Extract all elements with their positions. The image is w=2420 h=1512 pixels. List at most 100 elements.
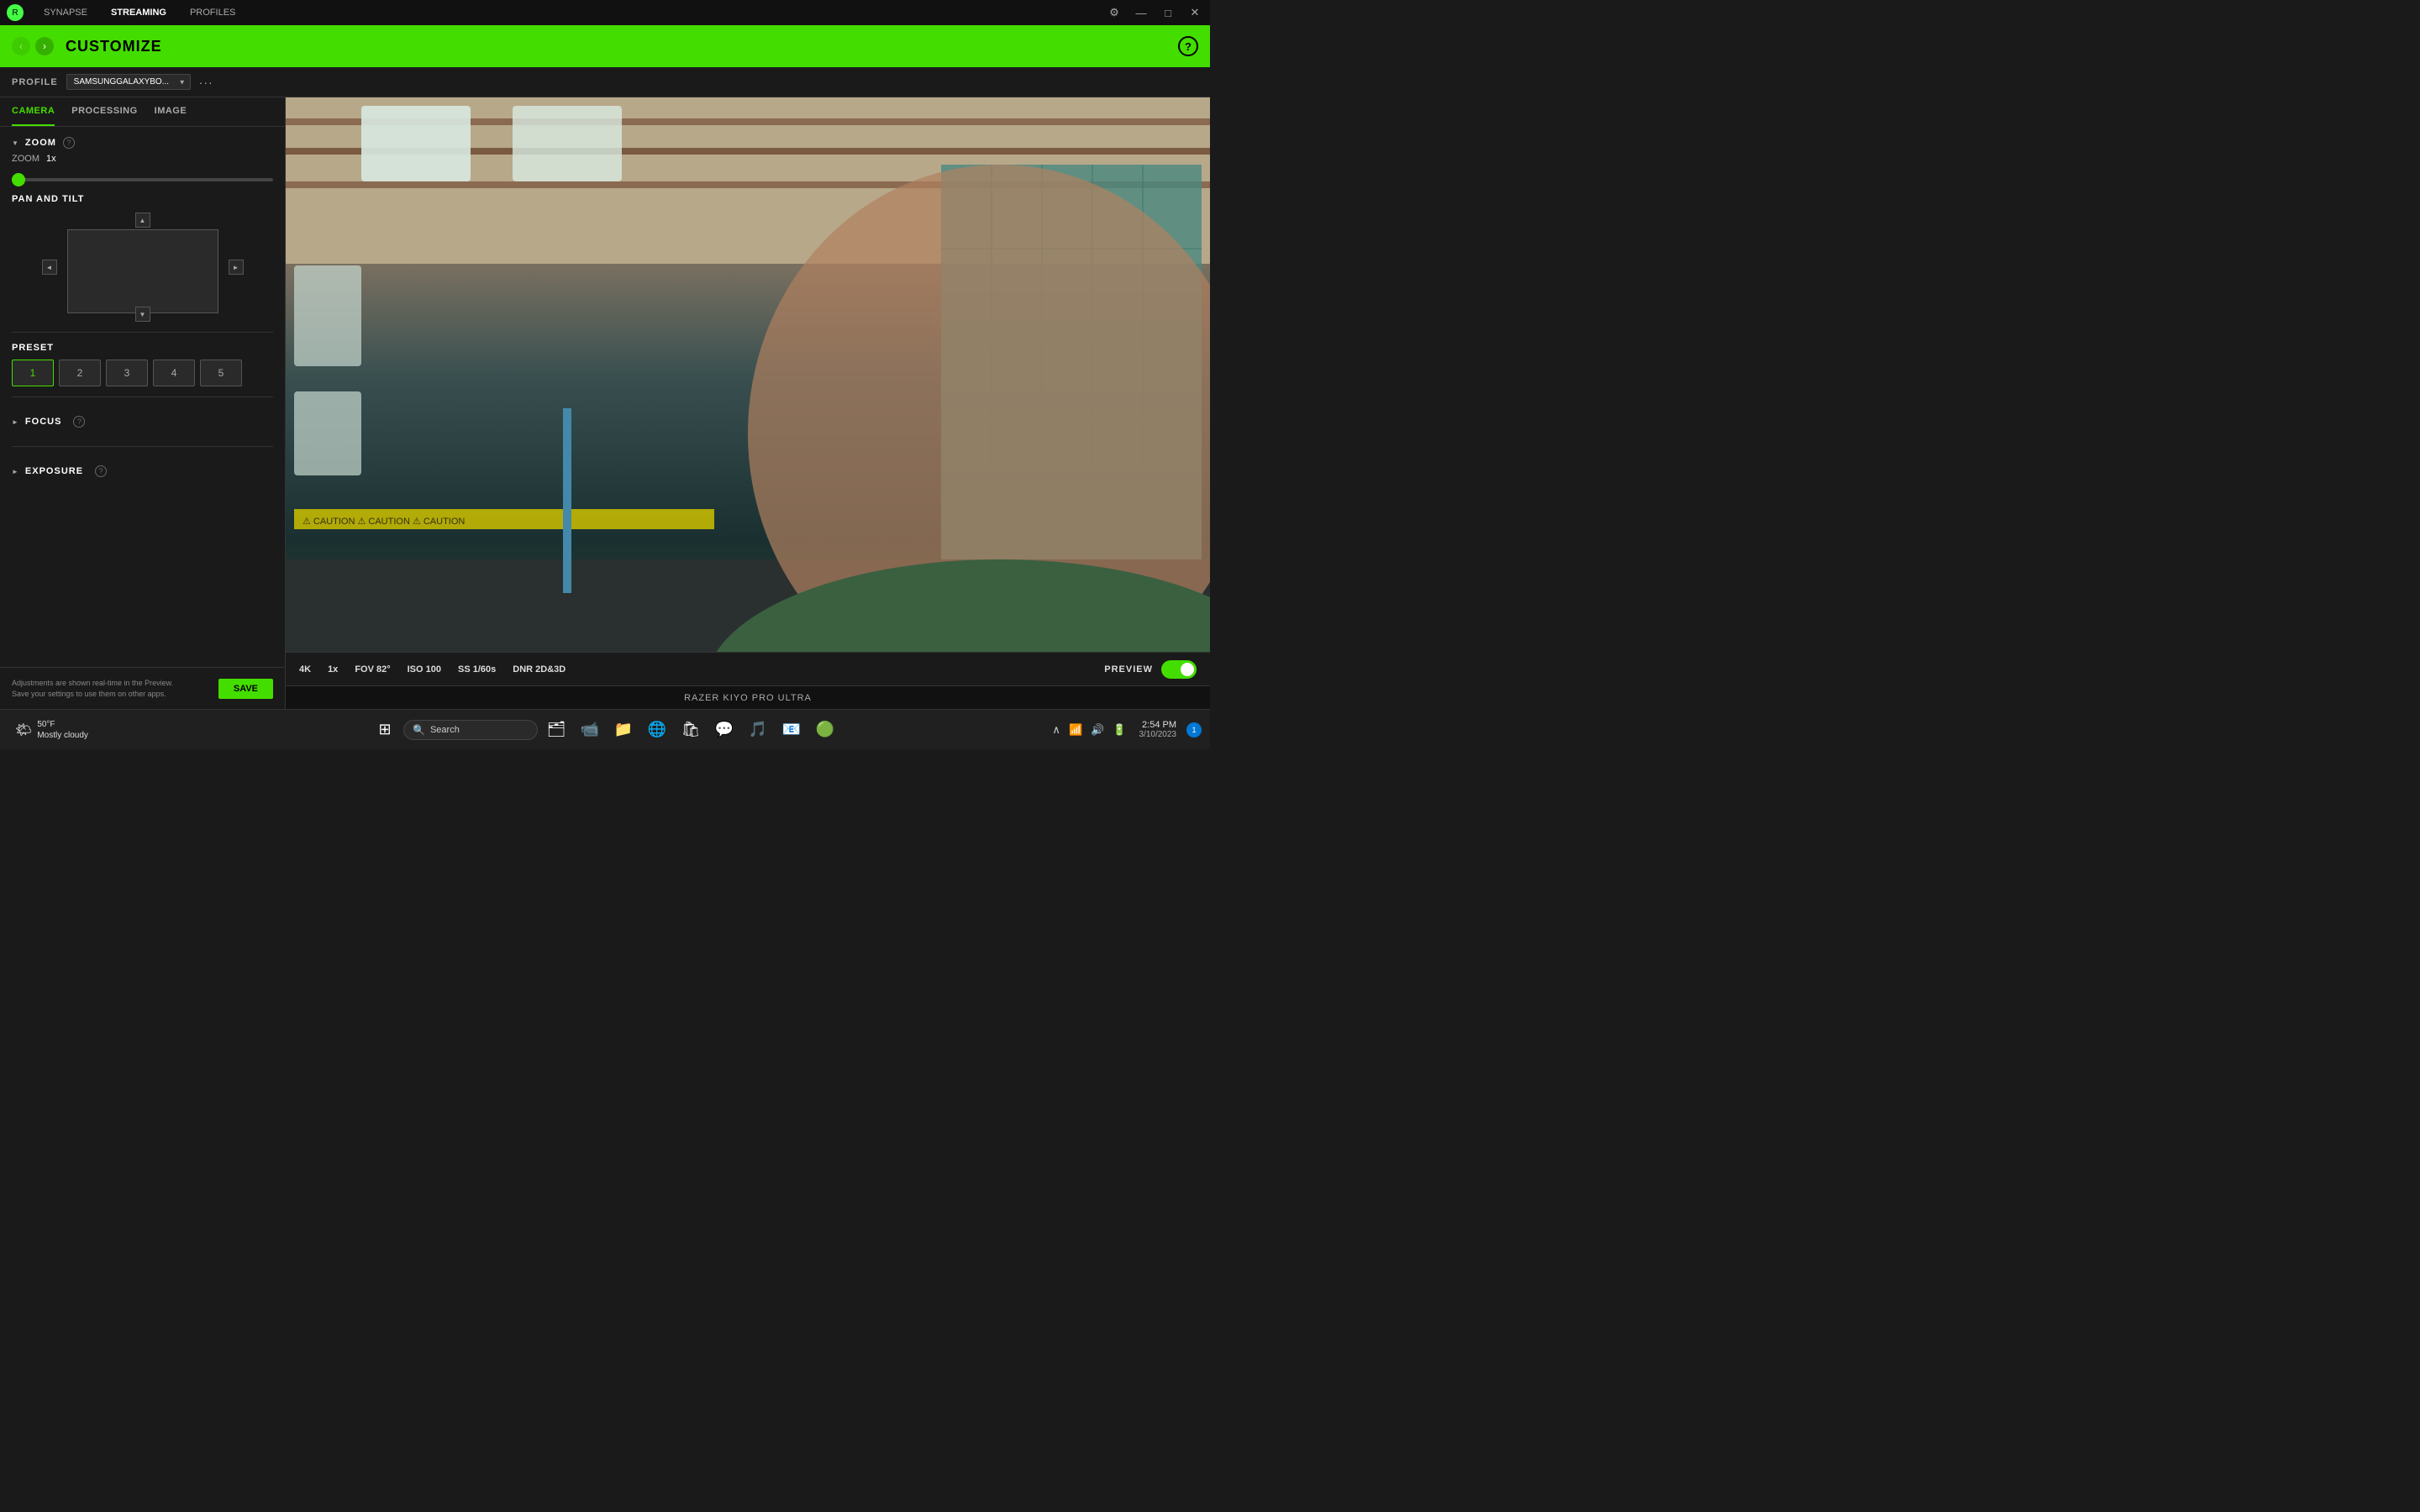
profile-bar: PROFILE SAMSUNGGALAXYBO... ▼ ··· xyxy=(0,67,1210,97)
taskbar-icon-razer[interactable]: 🟢 xyxy=(810,715,840,745)
search-label: Search xyxy=(430,725,460,735)
back-button[interactable]: ‹ xyxy=(12,37,30,55)
tab-camera[interactable]: CAMERA xyxy=(12,97,55,126)
taskbar-icon-explorer[interactable]: 📁 xyxy=(608,715,639,745)
close-button[interactable]: ✕ xyxy=(1186,6,1203,19)
tab-image[interactable]: IMAGE xyxy=(155,97,187,126)
info-resolution: 4K xyxy=(299,664,311,675)
camera-feed: ⚠ CAUTION ⚠ CAUTION ⚠ CAUTION xyxy=(286,97,1210,652)
preset-label: PRESET xyxy=(12,343,273,353)
taskbar-icon-widgets[interactable]: 🗂 xyxy=(541,715,571,745)
sidebar-content: ▼ ZOOM ? ZOOM 1x PAN AND TILT ▲ ▼ ◄ ► xyxy=(0,127,285,667)
clock-widget[interactable]: 2:54 PM 3/10/2023 xyxy=(1134,718,1182,741)
exposure-section-header[interactable]: ► EXPOSURE ? xyxy=(12,457,273,486)
preset-button-5[interactable]: 5 xyxy=(200,360,242,386)
camera-name-text: RAZER KIYO PRO ULTRA xyxy=(684,693,812,703)
notification-badge[interactable]: 1 xyxy=(1186,722,1202,738)
taskbar-right: ∧ 📶 🔊 🔋 2:54 PM 3/10/2023 1 xyxy=(1050,718,1202,741)
info-dnr: DNR 2D&3D xyxy=(513,664,566,675)
pan-tilt-label: PAN AND TILT xyxy=(12,194,273,204)
preset-button-4[interactable]: 4 xyxy=(153,360,195,386)
pan-left-button[interactable]: ◄ xyxy=(42,260,57,275)
taskbar-center: ⊞ 🔍 Search 🗂 📹 📁 🌐 🛍 💬 🎵 📧 🟢 xyxy=(370,715,840,745)
profile-select[interactable]: SAMSUNGGALAXYBO... xyxy=(66,74,191,90)
preview-toggle[interactable] xyxy=(1161,660,1197,679)
preset-button-1[interactable]: 1 xyxy=(12,360,54,386)
exposure-collapse-arrow: ► xyxy=(12,468,18,475)
clock-date: 3/10/2023 xyxy=(1139,730,1177,739)
toolbar: ‹ › CUSTOMIZE ? xyxy=(0,25,1210,67)
taskbar-left: 🌤 50°F Mostly cloudy xyxy=(8,716,95,744)
save-notice-text: Adjustments are shown real-time in the P… xyxy=(12,678,207,699)
weather-condition: Mostly cloudy xyxy=(37,730,88,741)
search-bar[interactable]: 🔍 Search xyxy=(403,720,538,740)
pan-up-button[interactable]: ▲ xyxy=(135,213,150,228)
nav-streaming[interactable]: STREAMING xyxy=(108,6,170,19)
forward-button[interactable]: › xyxy=(35,37,54,55)
zoom-section-title: ZOOM xyxy=(25,138,56,148)
zoom-value: 1x xyxy=(46,154,56,164)
search-icon: 🔍 xyxy=(413,724,425,736)
toolbar-nav: ‹ › xyxy=(12,37,54,55)
sidebar: CAMERA PROCESSING IMAGE ▼ ZOOM ? ZOOM 1x… xyxy=(0,97,286,709)
tray-battery-icon[interactable]: 🔋 xyxy=(1110,722,1128,738)
taskbar-icon-chat[interactable]: 💬 xyxy=(709,715,739,745)
pan-right-button[interactable]: ► xyxy=(229,260,244,275)
taskbar-icon-teams[interactable]: 📹 xyxy=(575,715,605,745)
camera-name-bar: RAZER KIYO PRO ULTRA xyxy=(286,685,1210,709)
zoom-section-header[interactable]: ▼ ZOOM ? xyxy=(12,137,273,149)
tray-network-icon[interactable]: 📶 xyxy=(1066,722,1085,738)
exposure-help-icon[interactable]: ? xyxy=(95,465,107,477)
save-button[interactable]: SAVE xyxy=(218,679,273,699)
svg-text:⚠ CAUTION ⚠ CAUTION ⚠ CAUTION: ⚠ CAUTION ⚠ CAUTION ⚠ CAUTION xyxy=(302,517,465,527)
nav-profiles[interactable]: PROFILES xyxy=(187,6,239,19)
taskbar-icon-music[interactable]: 🎵 xyxy=(743,715,773,745)
profile-label: PROFILE xyxy=(12,77,58,87)
profile-select-wrap[interactable]: SAMSUNGGALAXYBO... ▼ xyxy=(66,74,191,90)
maximize-button[interactable]: □ xyxy=(1160,7,1176,19)
weather-icon: 🌤 xyxy=(15,722,32,738)
tray-icons: ∧ 📶 🔊 🔋 xyxy=(1050,722,1128,738)
tab-bar: CAMERA PROCESSING IMAGE xyxy=(0,97,285,127)
taskbar-icon-mail[interactable]: 📧 xyxy=(776,715,807,745)
taskbar-icon-edge[interactable]: 🌐 xyxy=(642,715,672,745)
main-layout: CAMERA PROCESSING IMAGE ▼ ZOOM ? ZOOM 1x… xyxy=(0,97,1210,709)
preset-button-2[interactable]: 2 xyxy=(59,360,101,386)
preset-buttons: 1 2 3 4 5 xyxy=(12,360,273,386)
zoom-slider[interactable] xyxy=(12,178,273,181)
settings-icon[interactable]: ⚙ xyxy=(1106,6,1123,19)
toolbar-title: CUSTOMIZE xyxy=(66,38,1166,55)
start-button[interactable]: ⊞ xyxy=(370,715,400,745)
pan-down-button[interactable]: ▼ xyxy=(135,307,150,322)
zoom-help-icon[interactable]: ? xyxy=(63,137,75,149)
help-button[interactable]: ? xyxy=(1178,36,1198,56)
preset-button-3[interactable]: 3 xyxy=(106,360,148,386)
focus-collapse-arrow: ► xyxy=(12,418,18,426)
divider-2 xyxy=(12,396,273,397)
tab-processing[interactable]: PROCESSING xyxy=(71,97,137,126)
divider-1 xyxy=(12,332,273,333)
profile-more-button[interactable]: ··· xyxy=(199,76,213,89)
preview-label: PREVIEW xyxy=(1104,664,1153,675)
weather-widget[interactable]: 🌤 50°F Mostly cloudy xyxy=(8,716,95,744)
taskbar: 🌤 50°F Mostly cloudy ⊞ 🔍 Search 🗂 📹 📁 🌐 … xyxy=(0,709,1210,749)
zoom-row: ZOOM 1x xyxy=(12,154,273,164)
zoom-collapse-arrow: ▼ xyxy=(12,139,18,147)
focus-help-icon[interactable]: ? xyxy=(73,416,85,428)
title-bar-right: ⚙ — □ ✕ xyxy=(1106,6,1203,19)
tray-expand-icon[interactable]: ∧ xyxy=(1050,722,1063,738)
taskbar-icon-store[interactable]: 🛍 xyxy=(676,715,706,745)
nav-synapse[interactable]: SYNAPSE xyxy=(40,6,91,19)
minimize-button[interactable]: — xyxy=(1133,7,1150,19)
preview-area: ⚠ CAUTION ⚠ CAUTION ⚠ CAUTION 4K 1x FOV … xyxy=(286,97,1210,709)
clock-time: 2:54 PM xyxy=(1139,720,1177,730)
save-notice-line2: Save your settings to use them on other … xyxy=(12,689,207,700)
toggle-thumb xyxy=(1181,663,1194,676)
focus-section-header[interactable]: ► FOCUS ? xyxy=(12,407,273,436)
divider-3 xyxy=(12,446,273,447)
tray-sound-icon[interactable]: 🔊 xyxy=(1088,722,1107,738)
save-notice: Adjustments are shown real-time in the P… xyxy=(0,667,285,709)
info-iso: ISO 100 xyxy=(408,664,441,675)
preview-control: PREVIEW xyxy=(1104,660,1197,679)
title-bar-left: R SYNAPSE STREAMING PROFILES xyxy=(7,4,239,21)
